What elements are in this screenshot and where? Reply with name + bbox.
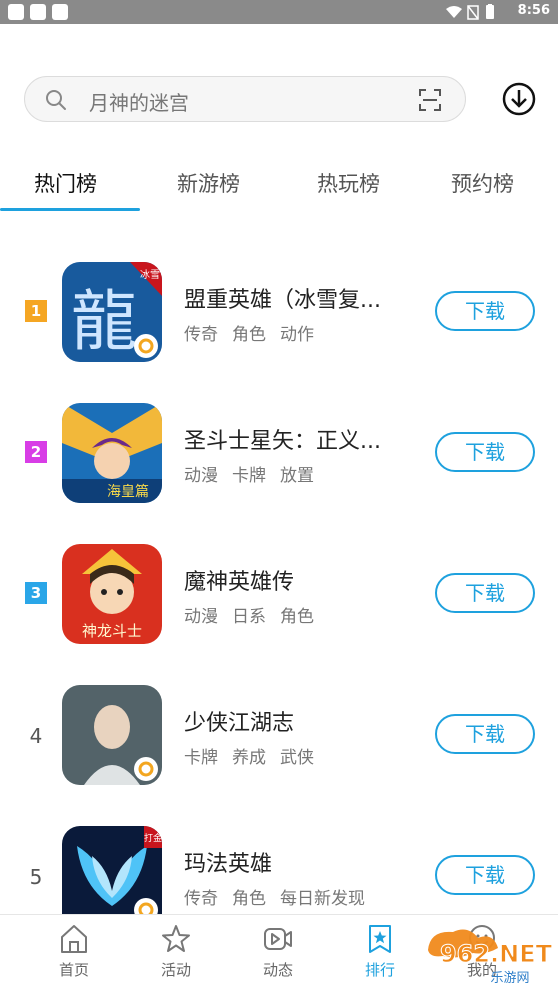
tag: 角色 (280, 607, 314, 627)
tag: 动作 (280, 325, 314, 345)
game-title: 圣斗士星矢：正义... (184, 429, 381, 454)
notification-icon (30, 4, 46, 20)
signal-battery-icon (446, 4, 494, 20)
tag: 放置 (280, 466, 314, 486)
download-button[interactable]: 下载 (435, 714, 535, 754)
search-icon (46, 90, 66, 110)
tab-popular[interactable]: 热玩榜 (317, 168, 380, 198)
ranking-icon (369, 925, 391, 953)
tab-hot[interactable]: 热门榜 (34, 168, 97, 198)
rank-badge: 1 (25, 300, 47, 322)
tag: 动漫 (184, 466, 218, 486)
game-tags: 传奇 角色 每日新发现 (184, 884, 379, 909)
rank-number: 4 (29, 724, 43, 748)
rank-number: 5 (29, 865, 43, 889)
tag: 每日新发现 (280, 889, 365, 909)
ranking-tabs: 热门榜 新游榜 热玩榜 预约榜 (0, 160, 558, 214)
nav-label: 活动 (160, 961, 191, 979)
watermark-text: 962.NET (440, 940, 553, 968)
game-icon[interactable]: 打金 (62, 826, 162, 914)
watermark-subtext: 乐游网 (490, 971, 529, 986)
nav-label: 排行 (364, 961, 395, 979)
nav-feed[interactable]: 动态 (238, 923, 318, 980)
game-tags: 动漫 日系 角色 (184, 602, 328, 627)
nav-label: 首页 (58, 961, 89, 979)
tag: 角色 (232, 325, 266, 345)
tag: 传奇 (184, 889, 218, 909)
watermark-logo: 962.NET 乐游网 (428, 929, 553, 986)
tag: 日系 (232, 607, 266, 627)
download-button[interactable]: 下载 (435, 573, 535, 613)
download-button[interactable]: 下载 (435, 432, 535, 472)
tag: 动漫 (184, 607, 218, 627)
download-manager-icon[interactable] (501, 81, 537, 117)
rank-badge: 3 (25, 582, 47, 604)
game-title: 少侠江湖志 (184, 711, 295, 736)
tab-reservation[interactable]: 预约榜 (451, 168, 514, 198)
tag: 卡牌 (232, 466, 266, 486)
icon-art-text: 冰雪 (140, 268, 160, 281)
download-button[interactable]: 下载 (435, 291, 535, 331)
nav-ranking[interactable]: 排行 (340, 923, 420, 980)
nav-label: 动态 (262, 961, 293, 979)
notification-icon (8, 4, 24, 20)
icon-art-text: 打金 (144, 832, 162, 844)
download-button[interactable]: 下载 (435, 855, 535, 895)
game-tags: 动漫 卡牌 放置 (184, 461, 328, 486)
video-icon (264, 928, 292, 950)
nav-activity[interactable]: 活动 (136, 923, 216, 980)
notification-icon (52, 4, 68, 20)
game-icon[interactable]: 龍 冰雪 (62, 262, 162, 362)
scan-icon[interactable] (419, 89, 441, 111)
home-icon (61, 925, 87, 953)
tag: 卡牌 (184, 748, 218, 768)
tag: 养成 (232, 748, 266, 768)
game-icon[interactable]: 神龙斗士 (62, 544, 162, 644)
tag: 武侠 (280, 748, 314, 768)
icon-art-text: 海皇篇 (107, 484, 149, 500)
nav-home[interactable]: 首页 (34, 923, 114, 980)
search-placeholder: 月神的迷宫 (89, 91, 189, 115)
rank-badge: 2 (25, 441, 47, 463)
game-tags: 传奇 角色 动作 (184, 320, 328, 345)
search-bar[interactable]: 月神的迷宫 (24, 76, 466, 122)
icon-art-text: 龍 (71, 283, 137, 360)
game-title: 盟重英雄（冰雪复... (184, 288, 381, 313)
tag: 传奇 (184, 325, 218, 345)
game-icon[interactable] (62, 685, 162, 785)
clock: 8:56 (517, 3, 550, 18)
status-bar: 8:56 (0, 0, 558, 24)
game-icon[interactable]: 海皇篇 (62, 403, 162, 503)
game-title: 玛法英雄 (184, 852, 273, 877)
star-icon (162, 925, 190, 952)
tab-new[interactable]: 新游榜 (177, 168, 240, 198)
tag: 角色 (232, 889, 266, 909)
icon-art-text: 神龙斗士 (82, 622, 142, 640)
game-title: 魔神英雄传 (184, 570, 295, 595)
tab-active-indicator (0, 208, 140, 211)
game-tags: 卡牌 养成 武侠 (184, 743, 328, 768)
